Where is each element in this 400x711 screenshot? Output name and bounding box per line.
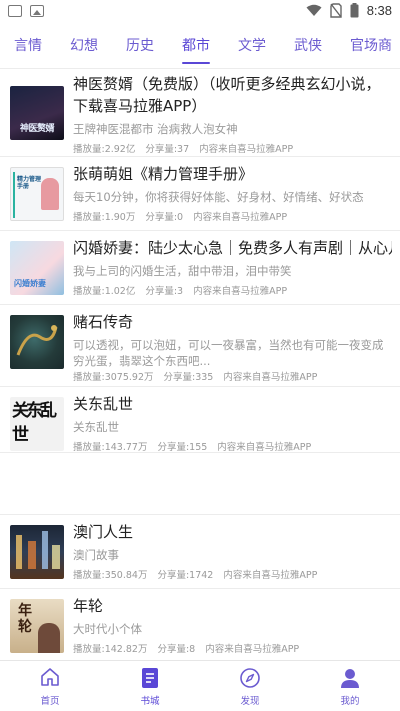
book-item[interactable]: 年轮 年轮 大时代小个体 播放量:142.82万 分享量:8 内容来自喜马拉雅APP xyxy=(0,588,400,662)
tab-huanxiang[interactable]: 幻想 xyxy=(56,26,112,66)
nav-discover-label: 发现 xyxy=(240,696,260,707)
share-count: 分享量:335 xyxy=(163,372,214,383)
book-meta: 播放量:142.82万 分享量:8 内容来自喜马拉雅APP xyxy=(73,641,396,655)
book-title: 张萌萌姐《精力管理手册》 xyxy=(73,165,254,183)
clock: 8:38 xyxy=(366,3,392,18)
wifi-icon xyxy=(306,4,322,16)
book-meta: 播放量:1.90万 分享量:0 内容来自喜马拉雅APP xyxy=(73,209,396,223)
cover-title: 神医赘婿 xyxy=(19,124,55,134)
tab-yanqing[interactable]: 言情 xyxy=(0,26,56,66)
tab-guanchang[interactable]: 官场商 xyxy=(336,26,400,66)
share-count: 分享量:3 xyxy=(145,286,184,297)
nav-bookstore[interactable]: 书城 xyxy=(100,661,200,711)
play-count: 播放量:1.02亿 xyxy=(73,286,136,297)
cover-title: 精力管理手册 xyxy=(17,176,42,190)
share-count: 分享量:1742 xyxy=(157,570,214,581)
source-text: 内容来自喜马拉雅APP xyxy=(193,212,288,223)
book-meta: 播放量:3075.92万 分享量:335 内容来自喜马拉雅APP xyxy=(73,369,396,383)
book-item[interactable]: 精力管理手册 张萌萌姐《精力管理手册》 每天10分钟，你将获得好体能、好身材、好… xyxy=(0,156,400,230)
play-count: 播放量:350.84万 xyxy=(73,570,148,581)
play-count: 播放量:2.92亿 xyxy=(73,144,136,155)
book-title: 神医赘婿（免费版）（收听更多经典玄幻小说，下载喜马拉雅APP） xyxy=(73,75,381,115)
book-desc: 可以透视，可以泡妞，可以一夜暴富，当然也有可能一夜变成穷光蛋，翡翠这个东西吧..… xyxy=(73,338,384,368)
book-meta: 播放量:350.84万 分享量:1742 内容来自喜马拉雅APP xyxy=(73,567,396,581)
book-title: 闪婚娇妻：陆少太心急｜免费多人有声剧｜从心儿 xyxy=(73,239,392,257)
book-cover: 关东乱世 xyxy=(10,397,64,451)
notification-icon xyxy=(8,5,22,17)
home-icon xyxy=(41,668,59,686)
battery-icon xyxy=(350,3,359,18)
tab-lishi[interactable]: 历史 xyxy=(112,26,168,66)
tab-wuxia[interactable]: 武侠 xyxy=(280,26,336,66)
source-text: 内容来自喜马拉雅APP xyxy=(223,372,318,383)
source-text: 内容来自喜马拉雅APP xyxy=(223,570,318,581)
book-item[interactable]: 神医赘婿 神医赘婿（免费版）（收听更多经典玄幻小说，下载喜马拉雅APP） 王牌神… xyxy=(0,68,400,156)
source-text: 内容来自喜马拉雅APP xyxy=(205,644,300,655)
share-count: 分享量:37 xyxy=(145,144,190,155)
book-item[interactable]: 澳门人生 澳门故事 播放量:350.84万 分享量:1742 内容来自喜马拉雅APP xyxy=(0,514,400,588)
cover-title: 关东乱世 xyxy=(12,401,57,445)
nav-profile-label: 我的 xyxy=(340,696,360,707)
book-cover xyxy=(10,525,64,579)
dragon-illustration xyxy=(16,325,58,356)
nav-discover[interactable]: 发现 xyxy=(200,661,300,711)
play-count: 播放量:1.90万 xyxy=(73,212,136,223)
book-desc: 每天10分钟，你将获得好体能、好身材、好情绪、好状态 xyxy=(73,190,364,204)
book-icon xyxy=(142,668,158,688)
source-text: 内容来自喜马拉雅APP xyxy=(199,144,294,155)
book-title: 年轮 xyxy=(73,597,104,615)
tab-dushi[interactable]: 都市 xyxy=(168,26,224,66)
compass-icon xyxy=(240,668,260,688)
play-count: 播放量:142.82万 xyxy=(73,644,148,655)
book-cover: 神医赘婿 xyxy=(10,86,64,140)
bottom-nav: 首页 书城 发现 我的 xyxy=(0,660,400,711)
category-tabs: 言情 幻想 历史 都市 文学 武侠 官场商 xyxy=(0,26,400,66)
list-spacer xyxy=(0,452,400,514)
source-text: 内容来自喜马拉雅APP xyxy=(193,286,288,297)
user-icon xyxy=(341,669,359,688)
share-count: 分享量:0 xyxy=(145,212,184,223)
book-desc: 大时代小个体 xyxy=(73,622,142,636)
tab-wenxue[interactable]: 文学 xyxy=(224,26,280,66)
book-desc: 澳门故事 xyxy=(73,548,119,562)
cover-title: 闪婚娇妻 xyxy=(14,279,46,288)
share-count: 分享量:8 xyxy=(157,644,196,655)
book-item[interactable]: 闪婚娇妻 闪婚娇妻：陆少太心急｜免费多人有声剧｜从心儿 我与上司的闪婚生活，甜中… xyxy=(0,230,400,304)
nav-bookstore-label: 书城 xyxy=(140,696,160,707)
book-title: 赌石传奇 xyxy=(73,313,134,331)
book-desc: 我与上司的闪婚生活，甜中带泪，泪中带笑 xyxy=(73,264,292,278)
nav-home-label: 首页 xyxy=(40,696,60,707)
book-meta: 播放量:2.92亿 分享量:37 内容来自喜马拉雅APP xyxy=(73,141,396,155)
nav-home[interactable]: 首页 xyxy=(0,661,100,711)
cover-title: 年轮 xyxy=(18,603,32,635)
no-sim-icon xyxy=(329,3,342,18)
nav-profile[interactable]: 我的 xyxy=(300,661,400,711)
book-meta: 播放量:143.77万 分享量:155 内容来自喜马拉雅APP xyxy=(73,439,396,453)
book-cover: 闪婚娇妻 xyxy=(10,241,64,295)
book-desc: 关东乱世 xyxy=(73,420,119,434)
book-meta: 播放量:1.02亿 分享量:3 内容来自喜马拉雅APP xyxy=(73,283,396,297)
book-title: 澳门人生 xyxy=(73,523,134,541)
status-bar: 8:38 xyxy=(0,0,400,24)
image-notification-icon xyxy=(30,5,44,17)
book-title: 关东乱世 xyxy=(73,395,134,413)
book-cover: 年轮 xyxy=(10,599,64,653)
play-count: 播放量:3075.92万 xyxy=(73,372,154,383)
book-cover xyxy=(10,315,64,369)
book-item[interactable]: 关东乱世 关东乱世 关东乱世 播放量:143.77万 分享量:155 内容来自喜马拉… xyxy=(0,386,400,453)
book-item[interactable]: 赌石传奇 可以透视，可以泡妞，可以一夜暴富，当然也有可能一夜变成穷光蛋，翡翠这个… xyxy=(0,304,400,386)
book-cover: 精力管理手册 xyxy=(10,167,64,221)
book-desc: 王牌神医混都市 治病救人泡女神 xyxy=(73,122,238,136)
